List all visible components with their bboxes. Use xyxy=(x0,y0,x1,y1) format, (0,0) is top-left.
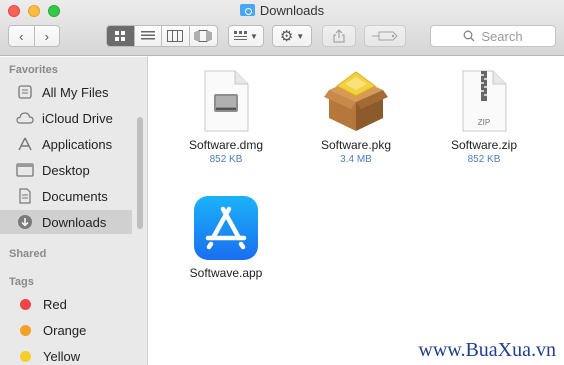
chevron-down-icon: ▼ xyxy=(250,31,258,41)
yellow-tag-dot xyxy=(20,350,31,362)
gear-icon: ⚙ xyxy=(279,27,294,45)
favorites-heading: Favorites xyxy=(9,64,58,76)
search-field[interactable]: Search xyxy=(430,25,556,47)
sidebar-tag-red[interactable]: Red xyxy=(0,292,132,316)
sidebar-item-desktop[interactable]: Desktop xyxy=(0,158,132,182)
list-view-button[interactable] xyxy=(135,26,162,46)
sidebar-tag-orange[interactable]: Orange xyxy=(0,318,132,342)
file-item[interactable]: Softwave.app xyxy=(176,190,276,280)
documents-icon xyxy=(16,188,34,204)
file-size: 3.4 MB xyxy=(340,154,372,165)
window-toolbar: Downloads ‹ › ▼ ⚙ ▼ Search xyxy=(0,0,564,56)
file-item[interactable]: ZIP Software.zip 852 KB xyxy=(434,62,534,165)
desktop-icon xyxy=(16,162,34,178)
file-size: 852 KB xyxy=(209,154,243,165)
file-browser: Software.dmg 852 KB Software.pkg 3.4 MB xyxy=(149,57,564,365)
disk-image-icon xyxy=(204,70,249,132)
share-button[interactable] xyxy=(322,25,356,47)
search-placeholder: Search xyxy=(481,28,523,44)
file-name: Software.zip xyxy=(450,138,518,152)
coverflow-icon xyxy=(194,30,212,42)
columns-icon xyxy=(167,30,184,42)
file-name: Softwave.app xyxy=(189,266,263,280)
downloads-icon xyxy=(16,214,34,230)
column-view-button[interactable] xyxy=(162,26,190,46)
view-mode-selector xyxy=(106,25,218,47)
applications-icon xyxy=(16,136,34,152)
window-title: Downloads xyxy=(0,3,564,18)
all-files-icon xyxy=(16,84,34,100)
package-icon xyxy=(324,71,388,131)
red-tag-dot xyxy=(20,298,31,310)
tag-icon xyxy=(372,31,398,41)
arrange-grid-icon xyxy=(234,31,248,40)
forward-button[interactable]: › xyxy=(35,26,60,46)
zip-badge: ZIP xyxy=(478,118,490,127)
cloud-icon xyxy=(16,110,34,126)
file-size: 852 KB xyxy=(467,154,501,165)
file-name: Software.dmg xyxy=(188,138,264,152)
chevron-down-icon: ▼ xyxy=(296,31,305,41)
grid-icon xyxy=(115,31,126,41)
back-button[interactable]: ‹ xyxy=(9,26,35,46)
sidebar-scrollbar[interactable] xyxy=(137,117,143,229)
file-item[interactable]: Software.dmg 852 KB xyxy=(176,62,276,165)
app-store-icon xyxy=(194,196,258,260)
chevron-left-icon: ‹ xyxy=(19,28,24,44)
edit-tags-button[interactable] xyxy=(364,25,406,47)
coverflow-view-button[interactable] xyxy=(190,26,217,46)
sidebar-item-icloud-drive[interactable]: iCloud Drive xyxy=(0,106,132,130)
downloads-folder-icon xyxy=(239,4,255,16)
sidebar-item-downloads[interactable]: Downloads xyxy=(0,210,132,234)
navigation-buttons: ‹ › xyxy=(8,25,60,47)
list-icon xyxy=(140,31,155,40)
file-item[interactable]: Software.pkg 3.4 MB xyxy=(306,62,406,165)
share-icon xyxy=(333,29,345,43)
file-name: Software.pkg xyxy=(320,138,392,152)
sidebar-item-applications[interactable]: Applications xyxy=(0,132,132,156)
sidebar-item-documents[interactable]: Documents xyxy=(0,184,132,208)
watermark: www.BuaXua.vn xyxy=(418,339,556,361)
zip-file-icon: ZIP xyxy=(462,70,507,132)
search-icon xyxy=(463,30,475,42)
chevron-right-icon: › xyxy=(44,28,49,44)
sidebar: Favorites All My Files iCloud Drive Appl… xyxy=(0,57,148,365)
sidebar-item-all-my-files[interactable]: All My Files xyxy=(0,80,132,104)
icon-view-button[interactable] xyxy=(107,26,135,46)
action-button[interactable]: ⚙ ▼ xyxy=(272,25,312,47)
shared-heading: Shared xyxy=(9,248,47,260)
tags-heading: Tags xyxy=(9,276,34,288)
orange-tag-dot xyxy=(20,324,31,336)
sidebar-tag-yellow[interactable]: Yellow xyxy=(0,344,132,365)
arrange-button[interactable]: ▼ xyxy=(228,25,264,47)
